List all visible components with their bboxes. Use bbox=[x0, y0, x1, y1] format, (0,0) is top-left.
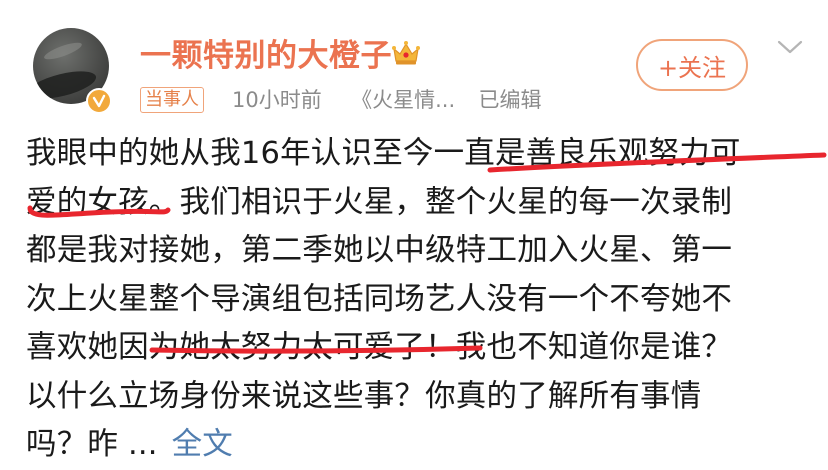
full-text-link[interactable]: 全文 bbox=[172, 427, 233, 462]
post-meta: 10小时前 《火星情... 已编辑 bbox=[232, 84, 542, 114]
chevron-down-icon[interactable] bbox=[776, 38, 804, 56]
edited-label: 已编辑 bbox=[478, 88, 542, 112]
role-badge: 当事人 bbox=[140, 87, 204, 113]
post-line: 次上火星整个导演组包括同场艺人没有一个不夸她不 bbox=[26, 281, 733, 317]
post-time: 10小时前 bbox=[232, 88, 322, 112]
post-source[interactable]: 《火星情... bbox=[351, 88, 455, 112]
ellipsis: ... bbox=[128, 427, 158, 462]
user-name[interactable]: 一颗特别的大橙子 bbox=[140, 30, 392, 75]
post-line: 喜欢她因为她太努力太可爱了！我也不知道你是谁？ bbox=[26, 330, 733, 365]
post-line: 都是我对接她，第二季她以中级特工加入火星、第一 bbox=[26, 233, 733, 268]
post-line: 爱的女孩。我们相识于火星，整个火星的每一次录制 bbox=[26, 184, 733, 220]
verified-icon bbox=[86, 88, 112, 114]
crown-icon bbox=[392, 41, 420, 65]
post-line-last: 吗？昨 ... 全文 bbox=[26, 421, 816, 470]
post-text: 我眼中的她从我16年认识至今一直是善良乐观努力可 爱的女孩。我们相识于火星，整个… bbox=[26, 130, 816, 470]
post-line: 以什么立场身份来说这些事？你真的了解所有事情 bbox=[26, 378, 702, 414]
follow-button[interactable]: +关注 bbox=[636, 39, 748, 91]
post-line: 吗？昨 bbox=[26, 427, 119, 462]
post-line: 我眼中的她从我16年认识至今一直是善良乐观努力可 bbox=[26, 136, 741, 171]
